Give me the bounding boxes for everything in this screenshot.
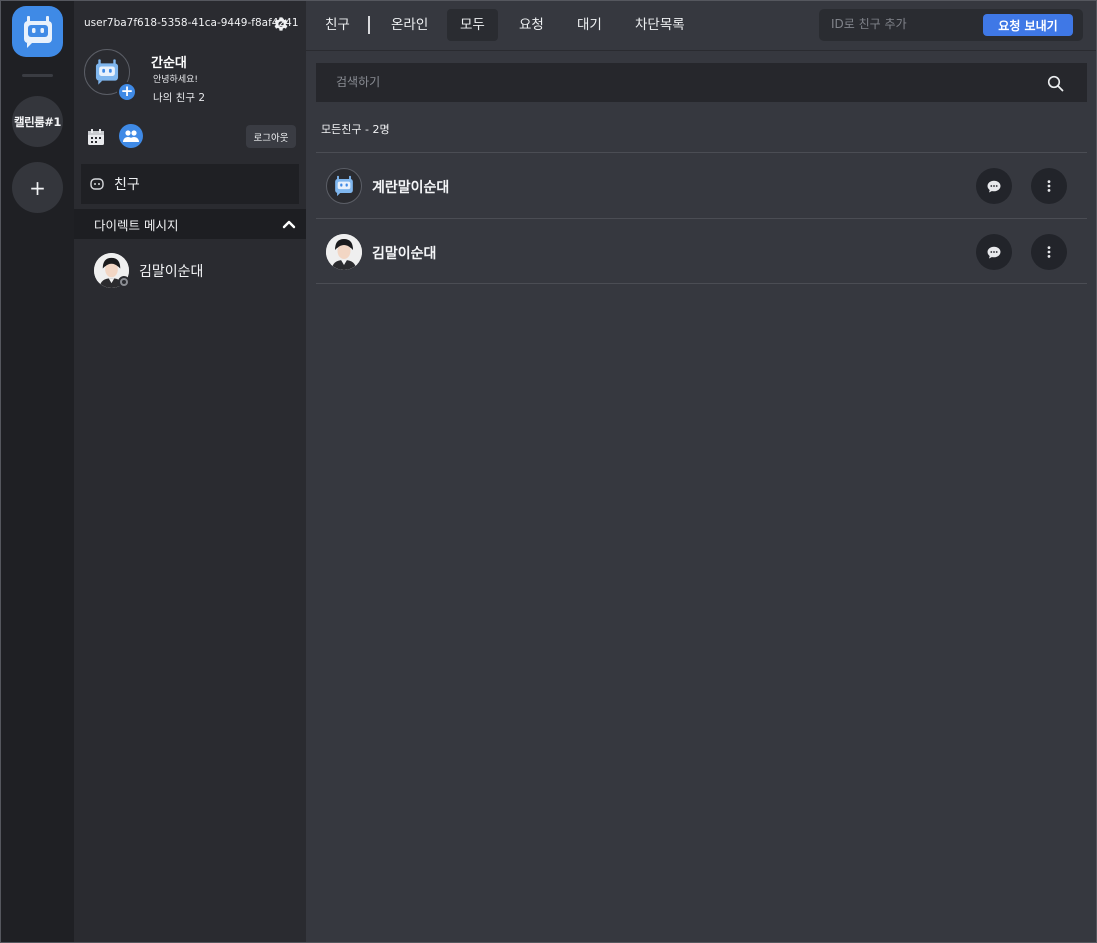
send-request-button[interactable]: 요청 보내기 [983,14,1073,36]
dm-section-header[interactable]: 다이렉트 메시지 [74,209,306,239]
friends-toggle-button[interactable] [119,124,143,148]
message-button[interactable] [976,168,1012,204]
bot-icon [23,15,52,48]
bot-icon [335,175,353,197]
sidebar: user7ba7f618-5358-41ca-9449-f8af4241 + 간… [74,1,306,942]
message-button[interactable] [976,234,1012,270]
search-icon[interactable] [1047,75,1064,92]
friends-title: 친구 [325,17,350,33]
app-window: 캘린룸#1 + user7ba7f618-5358-41ca-9449-f8af… [0,0,1097,943]
friend-count-label: 모든친구 - 2명 [321,123,390,136]
friend-row[interactable]: 김말이순대 [316,218,1087,284]
friend-name: 김말이순대 [372,246,437,262]
profile-status: 안녕하세요! [153,75,199,85]
top-bar: 친구 온라인 모두 요청 대기 차단목록 요청 보내기 [306,1,1096,51]
add-server-button[interactable]: + [12,162,63,213]
server-room-1[interactable]: 캘린룸#1 [12,96,63,147]
dm-name: 김말이순대 [139,263,204,280]
bot-icon [95,59,119,85]
person-photo-icon [326,234,362,270]
user-id: user7ba7f618-5358-41ca-9449-f8af4241 [84,17,299,29]
dm-list-item[interactable]: 김말이순대 [94,253,203,288]
sidebar-item-label: 친구 [114,177,140,193]
offline-status-icon [118,276,130,288]
more-options-button[interactable] [1031,234,1067,270]
more-vertical-icon [1047,246,1051,258]
avatar [326,168,362,204]
chat-bubble-icon [987,246,1001,258]
add-friend-input[interactable] [831,17,981,31]
avatar [326,234,362,270]
rail-divider [22,74,53,77]
tab-blocked[interactable]: 차단목록 [622,9,698,41]
tab-pending[interactable]: 대기 [564,9,615,41]
server-rail: 캘린룸#1 + [1,1,74,942]
tab-divider [368,16,370,34]
tab-requests[interactable]: 요청 [506,9,557,41]
calendar-icon[interactable] [87,128,105,146]
friend-row[interactable]: 계란말이순대 [316,152,1087,218]
add-profile-image-button[interactable]: + [117,82,137,102]
tab-online[interactable]: 온라인 [378,9,441,41]
add-friend-box: 요청 보내기 [819,9,1083,41]
friend-search-bar [316,63,1087,102]
tab-all[interactable]: 모두 [447,9,498,41]
sidebar-item-friends[interactable]: 친구 [81,164,299,204]
more-vertical-icon [1047,180,1051,192]
app-logo[interactable] [12,6,63,57]
chat-bubble-icon [987,180,1001,192]
chevron-up-icon[interactable] [282,217,296,231]
search-input[interactable] [336,75,936,89]
friend-name: 계란말이순대 [372,180,450,196]
gear-icon[interactable] [272,15,290,33]
profile-name: 간순대 [151,56,187,71]
profile-friend-count: 나의 친구 2 [153,92,205,104]
dm-header-label: 다이렉트 메시지 [94,217,179,233]
more-options-button[interactable] [1031,168,1067,204]
friends-icon [90,178,104,190]
logout-button[interactable]: 로그아웃 [246,125,296,148]
people-icon [123,130,139,142]
